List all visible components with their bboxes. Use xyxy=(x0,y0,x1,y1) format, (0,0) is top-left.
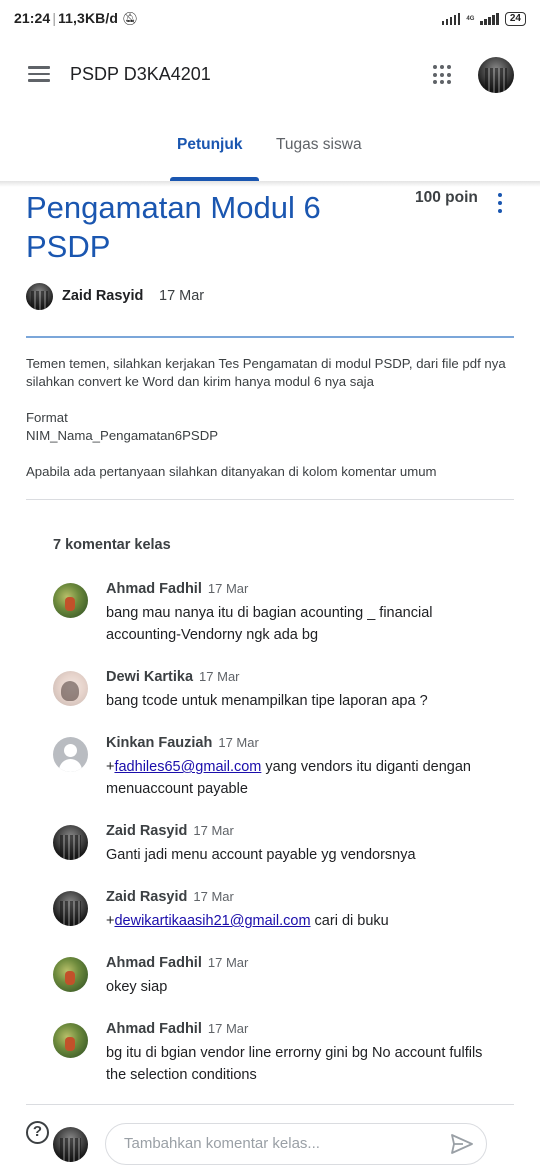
network-label: 4G xyxy=(466,16,475,22)
format-value: NIM_Nama_Pengamatan6PSDP xyxy=(26,428,219,443)
comment-text: bg itu di bgian vendor line errorny gini… xyxy=(106,1045,483,1083)
comment-text: bang mau nanya itu di bagian acounting _… xyxy=(106,605,433,643)
tab-petunjuk[interactable]: Petunjuk xyxy=(177,136,242,154)
apps-grid-icon[interactable] xyxy=(433,65,453,85)
battery-icon: 24 xyxy=(504,12,526,26)
mute-icon: 🔕︎ xyxy=(122,11,139,26)
comment-date: 17 Mar xyxy=(193,889,234,904)
help-circle-icon[interactable]: ? xyxy=(26,1121,49,1144)
description-note: Apabila ada pertanyaan silahkan ditanyak… xyxy=(26,464,437,479)
commenter-name: Zaid Rasyid xyxy=(106,889,188,905)
comment-date: 17 Mar xyxy=(218,735,259,750)
comment-date: 17 Mar xyxy=(207,955,249,970)
commenter-name: Kinkan Fauziah xyxy=(106,735,213,751)
signal-icon xyxy=(441,13,461,25)
commenter-name: Dewi Kartika xyxy=(106,669,194,685)
hamburger-icon[interactable] xyxy=(28,66,50,82)
comment-date: 17 Mar xyxy=(207,1021,249,1036)
author-name: Zaid Rasyid xyxy=(62,288,144,304)
tab-tugas-siswa[interactable]: Tugas siswa xyxy=(276,136,362,154)
send-icon[interactable] xyxy=(451,1134,473,1154)
mention-link[interactable]: dewikartikaasih21@gmail.com xyxy=(114,913,310,929)
comment-rest: cari di buku xyxy=(310,913,389,929)
status-time: 21:24 xyxy=(14,10,51,26)
commenter-avatar xyxy=(53,583,88,618)
comment-header: Zaid Rasyid 17 Mar xyxy=(106,822,234,840)
commenter-avatar xyxy=(53,825,88,860)
header-divider xyxy=(26,336,514,338)
description-paragraph: Temen temen, silahkan kerjakan Tes Penga… xyxy=(26,356,506,389)
compose-divider xyxy=(26,1104,514,1105)
post-date: 17 Mar xyxy=(159,288,205,304)
commenter-avatar xyxy=(53,737,88,772)
status-right: 4G 24 xyxy=(441,9,526,29)
signal-icon-2 xyxy=(480,13,499,25)
format-block: Format NIM_Nama_Pengamatan6PSDP xyxy=(26,409,218,445)
comment-text: +fadhiles65@gmail.com yang vendors itu d… xyxy=(106,756,501,800)
comment-date: 17 Mar xyxy=(193,823,234,838)
commenter-avatar xyxy=(53,957,88,992)
mention-link[interactable]: fadhiles65@gmail.com xyxy=(114,759,261,775)
app-bar: PSDP D3KA4201 xyxy=(0,40,540,110)
class-comments-count[interactable]: 7 komentar kelas xyxy=(53,537,171,553)
comment-text: bang tcode untuk menampilkan tipe lapora… xyxy=(106,693,428,709)
commenter-name: Ahmad Fadhil xyxy=(106,1021,202,1037)
commenter-avatar xyxy=(53,1023,88,1058)
comment-header: Ahmad Fadhil 17 Mar xyxy=(106,954,248,972)
commenter-name: Ahmad Fadhil xyxy=(106,955,202,971)
comment-text: +dewikartikaasih21@gmail.com cari di buk… xyxy=(106,910,501,932)
compose-box xyxy=(105,1123,487,1165)
compose-avatar xyxy=(53,1127,88,1162)
comment-header: Ahmad Fadhil 17 Mar xyxy=(106,1020,248,1038)
comment-date: 17 Mar xyxy=(199,669,240,684)
account-avatar[interactable] xyxy=(478,57,514,93)
commenter-avatar xyxy=(53,671,88,706)
commenter-name: Zaid Rasyid xyxy=(106,823,188,839)
comment-header: Kinkan Fauziah 17 Mar xyxy=(106,734,259,752)
tab-bar: Petunjuk Tugas siswa xyxy=(0,110,540,182)
comment-header: Ahmad Fadhil 17 Mar xyxy=(106,580,248,598)
class-title: PSDP D3KA4201 xyxy=(70,64,211,84)
points-label: 100 poin xyxy=(415,189,478,206)
commenter-name: Ahmad Fadhil xyxy=(106,581,202,597)
comment-date: 17 Mar xyxy=(207,581,249,596)
comment-input[interactable] xyxy=(124,1135,424,1152)
commenter-avatar xyxy=(53,891,88,926)
comment-header: Zaid Rasyid 17 Mar xyxy=(106,888,234,906)
more-vert-icon[interactable] xyxy=(496,193,504,213)
comment-text: okey siap xyxy=(106,979,168,995)
comment-text: Ganti jadi menu account payable yg vendo… xyxy=(106,847,416,863)
status-bar: 21:24 | 11,3KB/d 🔕︎ 4G 24 xyxy=(0,0,540,40)
assignment-title: Pengamatan Modul 6 PSDP xyxy=(26,190,321,264)
status-left: 21:24 | 11,3KB/d 🔕︎ xyxy=(14,10,139,26)
description-divider xyxy=(26,499,514,500)
format-label: Format xyxy=(26,410,68,425)
status-speed: 11,3KB/d xyxy=(58,10,119,26)
tab-shadow xyxy=(0,181,540,187)
author-avatar xyxy=(26,283,53,310)
comment-header: Dewi Kartika 17 Mar xyxy=(106,668,240,686)
